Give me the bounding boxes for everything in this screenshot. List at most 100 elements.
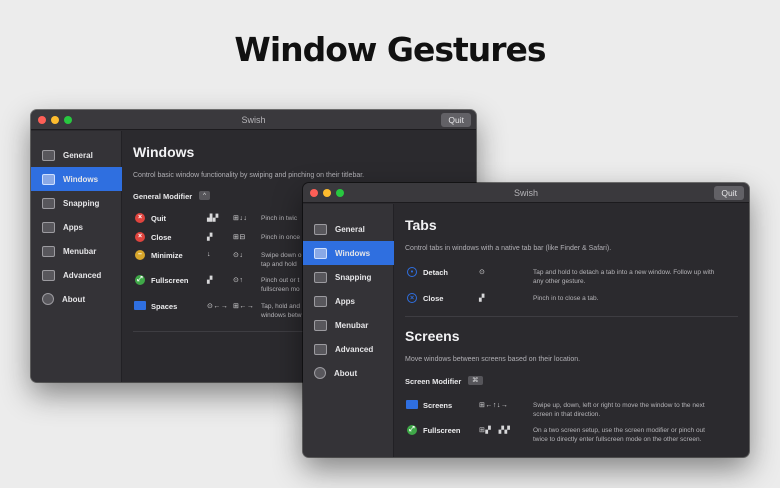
row-label: Detach xyxy=(423,268,449,277)
gesture-row-detach[interactable]: • Detach ⊙ Tap and hold to detach a tab … xyxy=(394,267,749,285)
titlebar[interactable]: Swish Quit xyxy=(303,183,749,203)
gesture-glyph[interactable]: ⊙←→ xyxy=(207,302,228,310)
advanced-icon xyxy=(314,343,327,355)
sidebar-item-general[interactable]: General xyxy=(31,143,122,167)
spaces-icon xyxy=(134,301,146,310)
quit-button[interactable]: Quit xyxy=(714,186,744,200)
sidebar-item-snapping[interactable]: Snapping xyxy=(31,191,122,215)
sidebar-item-menubar[interactable]: Menubar xyxy=(303,313,394,337)
sidebar-item-label: Apps xyxy=(63,222,83,232)
fullscreen-icon: ⤢ xyxy=(135,275,145,285)
gesture-glyph[interactable]: ▞ xyxy=(479,294,485,302)
sidebar-item-windows[interactable]: Windows xyxy=(31,167,122,191)
gesture-glyph[interactable]: ↓ xyxy=(207,251,211,258)
menubar-icon xyxy=(314,319,327,331)
sidebar-item-about[interactable]: About xyxy=(31,287,122,311)
quit-button[interactable]: Quit xyxy=(441,113,471,127)
snapping-icon xyxy=(314,271,327,283)
sidebar-item-label: Advanced xyxy=(335,344,374,354)
general-icon xyxy=(314,223,327,235)
modifier-label: Screen Modifier xyxy=(405,377,462,386)
row-label: Quit xyxy=(151,214,166,223)
screens-description: Move windows between screens based on th… xyxy=(405,356,581,363)
about-icon xyxy=(314,367,326,379)
sidebar-item-label: About xyxy=(62,294,86,304)
sidebar-item-advanced[interactable]: Advanced xyxy=(303,337,394,361)
sidebar-item-apps[interactable]: Apps xyxy=(31,215,122,239)
sidebar-item-about[interactable]: About xyxy=(303,361,394,385)
row-label: Spaces xyxy=(151,302,178,311)
sidebar-item-label: General xyxy=(63,150,93,160)
row-description: Pinch in twic xyxy=(261,215,298,222)
windows-icon xyxy=(314,247,327,259)
row-label: Fullscreen xyxy=(151,276,189,285)
sidebar-item-snapping[interactable]: Snapping xyxy=(303,265,394,289)
section-title: Windows xyxy=(133,144,195,160)
gesture-glyph-modifier[interactable]: ⊙↓ xyxy=(233,251,243,259)
modifier-key[interactable]: ⌘ xyxy=(468,376,483,385)
row-description: Swipe down o tap and hold xyxy=(261,252,302,268)
sidebar-item-label: General xyxy=(335,224,365,234)
row-label: Screens xyxy=(423,401,453,410)
row-description: Swipe up, down, left or right to move th… xyxy=(533,402,705,418)
row-description: Pinch in once xyxy=(261,234,301,241)
gesture-glyph-modifier[interactable]: ⊞⊟ xyxy=(233,233,246,241)
page-headline: Window Gestures xyxy=(234,30,546,69)
sidebar-item-label: Advanced xyxy=(63,270,102,280)
tabs-title: Tabs xyxy=(405,217,437,233)
sidebar: General Windows Snapping Apps Menubar Ad… xyxy=(303,204,394,457)
windows-icon xyxy=(42,173,55,185)
sidebar-item-apps[interactable]: Apps xyxy=(303,289,394,313)
gesture-row-screens[interactable]: Screens ⊞←↑↓→ Swipe up, down, left or ri… xyxy=(394,400,749,418)
modifier-key[interactable]: ^ xyxy=(199,191,211,200)
gesture-row-close-tab[interactable]: × Close ▞ Pinch in to close a tab. xyxy=(394,293,749,311)
gesture-glyph[interactable]: ⊞←↑↓→ xyxy=(479,401,508,409)
gesture-glyph[interactable]: ⊙ xyxy=(479,268,485,276)
gesture-glyph[interactable]: ▟▞ xyxy=(207,214,219,222)
sidebar-item-windows[interactable]: Windows xyxy=(303,241,394,265)
tabs-description: Control tabs in windows with a native ta… xyxy=(405,245,612,252)
sidebar-item-general[interactable]: General xyxy=(303,217,394,241)
menubar-icon xyxy=(42,245,55,257)
minimize-icon: – xyxy=(135,250,145,260)
sidebar-item-label: Windows xyxy=(63,174,99,184)
modifier-label: General Modifier xyxy=(133,192,193,201)
row-description: Pinch in to close a tab. xyxy=(533,295,599,302)
fullscreen-icon: ⤢ xyxy=(407,425,417,435)
sidebar-item-advanced[interactable]: Advanced xyxy=(31,263,122,287)
row-label: Fullscreen xyxy=(423,426,461,435)
windows-pane: Tabs Control tabs in windows with a nati… xyxy=(394,204,749,457)
sidebar-item-label: About xyxy=(334,368,358,378)
sidebar-item-menubar[interactable]: Menubar xyxy=(31,239,122,263)
screens-icon xyxy=(406,400,418,409)
gesture-glyph[interactable]: ▞ xyxy=(207,233,213,241)
screens-title: Screens xyxy=(405,328,460,344)
gesture-glyph[interactable]: ⊞▞ ▞▞ xyxy=(479,426,510,434)
divider xyxy=(405,316,738,317)
window-title: Swish xyxy=(513,188,538,198)
sidebar-item-label: Snapping xyxy=(63,198,100,208)
titlebar[interactable]: Swish Quit xyxy=(31,110,476,130)
row-label: Minimize xyxy=(151,251,183,260)
sidebar-item-label: Snapping xyxy=(335,272,372,282)
sidebar: General Windows Snapping Apps Menubar Ad… xyxy=(31,131,122,382)
detach-icon: • xyxy=(407,267,417,277)
gesture-row-screen-fullscreen[interactable]: ⤢ Fullscreen ⊞▞ ▞▞ On a two screen setup… xyxy=(394,425,749,443)
close-tab-icon: × xyxy=(407,293,417,303)
gesture-glyph-modifier[interactable]: ⊞↓↓ xyxy=(233,214,247,222)
apps-icon xyxy=(42,221,55,233)
row-description: Tap and hold to detach a tab into a new … xyxy=(533,269,715,285)
gesture-glyph[interactable]: ▞ xyxy=(207,276,213,284)
quit-icon: × xyxy=(135,213,145,223)
row-description: On a two screen setup, use the screen mo… xyxy=(533,427,705,443)
row-label: Close xyxy=(151,233,172,242)
snapping-icon xyxy=(42,197,55,209)
row-label: Close xyxy=(423,294,444,303)
section-description: Control basic window functionality by sw… xyxy=(133,172,365,179)
sidebar-item-label: Menubar xyxy=(63,246,97,256)
gesture-glyph-modifier[interactable]: ⊞←→ xyxy=(233,302,254,310)
about-icon xyxy=(42,293,54,305)
gesture-glyph-modifier[interactable]: ⊙↑ xyxy=(233,276,243,284)
swish-window-front: Swish Quit General Windows Snapping Apps… xyxy=(303,183,749,457)
advanced-icon xyxy=(42,269,55,281)
